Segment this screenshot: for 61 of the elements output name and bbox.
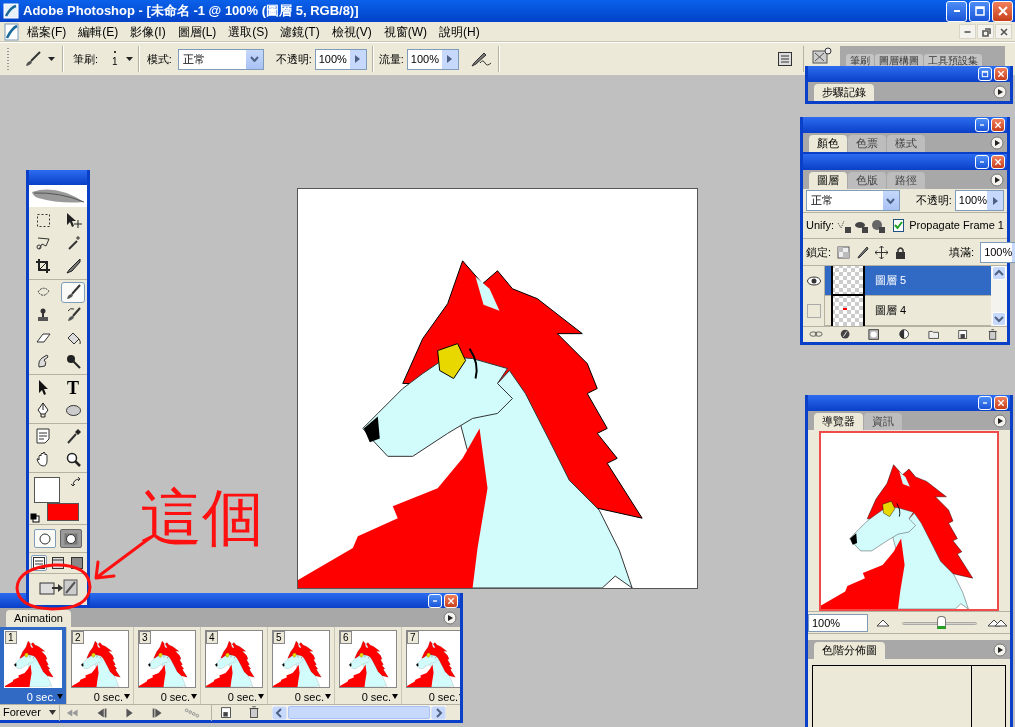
panel-tab[interactable]: 色版 bbox=[848, 172, 886, 189]
field-label: 流量: bbox=[378, 51, 404, 67]
frame-number: 5 bbox=[273, 630, 285, 644]
animation-frame[interactable]: 1 0 sec. bbox=[0, 626, 67, 704]
menu-item[interactable]: 選取(S) bbox=[222, 22, 275, 41]
panel-tab[interactable]: 導覽器 bbox=[814, 413, 863, 430]
field-label: Unify: bbox=[806, 218, 835, 234]
zoom-field[interactable]: 100% bbox=[808, 613, 868, 632]
frame-number: 2 bbox=[72, 630, 84, 644]
layer-name: 圖層 5 bbox=[875, 273, 907, 289]
number-field[interactable]: 100% bbox=[406, 48, 459, 70]
frame-delay[interactable]: 0 sec. bbox=[93, 690, 123, 703]
frame-delay[interactable]: 0 sec. bbox=[428, 690, 458, 703]
menu-item[interactable]: 檔案(F) bbox=[21, 22, 73, 41]
frame-delay[interactable]: 0 sec. bbox=[361, 690, 391, 703]
frame-number: 3 bbox=[139, 630, 151, 644]
loop-dropdown[interactable]: Forever bbox=[0, 704, 60, 721]
menu-item[interactable]: 影像(I) bbox=[124, 22, 172, 41]
frame-delay[interactable]: 0 sec. bbox=[160, 690, 190, 703]
field-label: 模式: bbox=[146, 51, 172, 67]
panel-tab[interactable]: 資訊 bbox=[864, 413, 902, 430]
frame-delay[interactable]: 0 sec. bbox=[26, 690, 56, 703]
layer-row[interactable]: 圖層 4 bbox=[803, 296, 991, 326]
frame-number: 1 bbox=[5, 630, 17, 644]
tool-button[interactable]: T bbox=[61, 377, 85, 398]
number-field[interactable]: 100% bbox=[954, 190, 1004, 211]
menu-item[interactable]: 編輯(E) bbox=[72, 22, 125, 41]
number-field[interactable]: 100% bbox=[980, 241, 1015, 263]
frame-delay[interactable]: 0 sec. bbox=[294, 690, 324, 703]
frame-number: 6 bbox=[340, 630, 352, 644]
frame-number: 7 bbox=[407, 630, 419, 644]
field-label: 鎖定: bbox=[806, 244, 832, 260]
handwritten-note: 這個 bbox=[140, 487, 264, 549]
layer-name: 圖層 4 bbox=[875, 303, 907, 319]
number-field[interactable]: 100% bbox=[314, 48, 367, 70]
menu-item[interactable]: 圖層(L) bbox=[171, 22, 223, 41]
menu-item[interactable]: 說明(H) bbox=[433, 22, 486, 41]
panel-tab[interactable]: 路徑 bbox=[887, 172, 925, 189]
field-label: 不透明: bbox=[275, 51, 312, 67]
brush-picker[interactable]: 1 bbox=[112, 51, 133, 67]
frame-delay[interactable]: 0 sec. bbox=[227, 690, 257, 703]
panel-tab[interactable]: 圖層 bbox=[809, 172, 847, 189]
panel-tab[interactable]: 顏色 bbox=[809, 135, 847, 152]
checkbox-label: Propagate Frame 1 bbox=[909, 218, 1004, 234]
frame-number: 4 bbox=[206, 630, 218, 644]
panel-tab[interactable]: 步驟記錄 bbox=[814, 84, 874, 101]
brush-size: 1 bbox=[112, 57, 118, 67]
menu-item[interactable]: 視窗(W) bbox=[377, 22, 433, 41]
menu-item[interactable]: 檢視(V) bbox=[325, 22, 378, 41]
panel-tab[interactable]: 樣式 bbox=[887, 135, 925, 152]
panel-tab[interactable]: 色階分佈圖 bbox=[814, 642, 885, 659]
mode-dropdown[interactable]: 正常 bbox=[177, 48, 264, 70]
layer-row[interactable]: 圖層 5 bbox=[803, 266, 991, 296]
menu-item[interactable]: 濾鏡(T) bbox=[274, 22, 326, 41]
field-label: 不透明: bbox=[915, 193, 952, 209]
blend-mode-dropdown[interactable]: 正常 bbox=[806, 190, 900, 211]
window-title: Adobe Photoshop - [未命名 -1 @ 100% (圖層 5, RGB/8)] bbox=[23, 2, 359, 21]
panel-tab[interactable]: 色票 bbox=[848, 135, 886, 152]
panel-tab[interactable]: Animation bbox=[6, 609, 71, 627]
field-label: 填滿: bbox=[949, 244, 975, 260]
field-label: 筆刷: bbox=[73, 51, 99, 67]
